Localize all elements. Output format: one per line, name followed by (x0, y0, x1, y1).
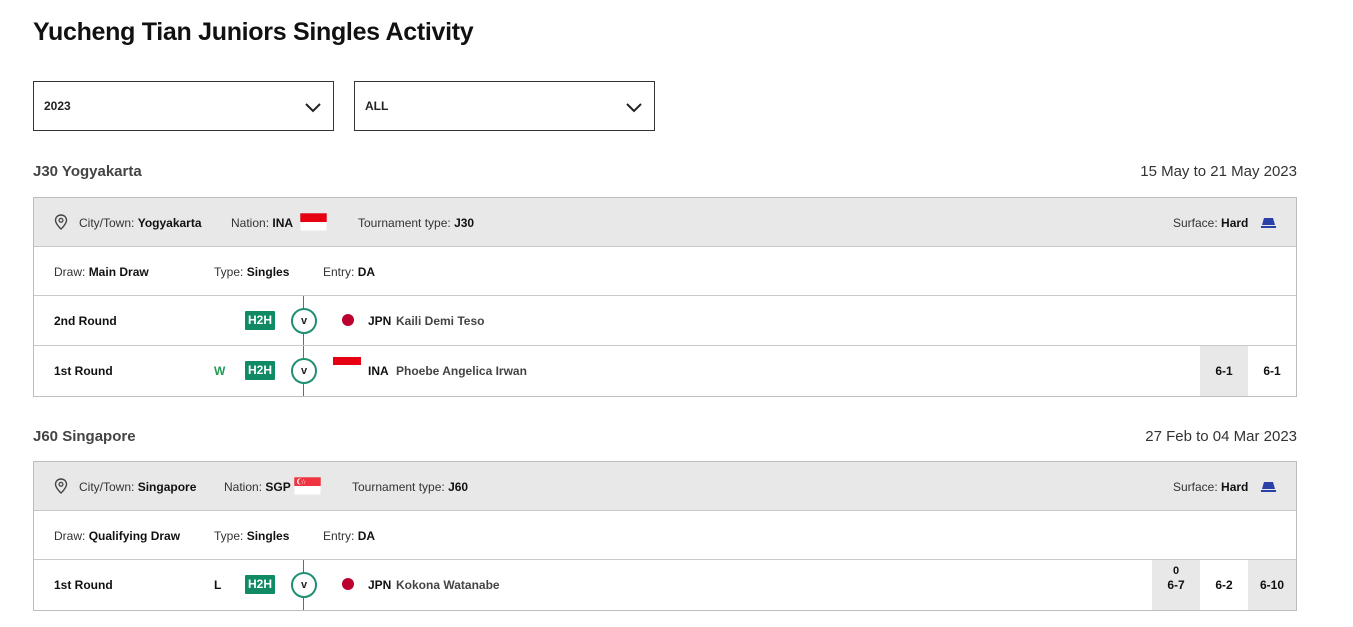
type-info: Type: Singles (214, 265, 289, 279)
versus-badge: v (291, 308, 317, 334)
entry-info: Entry: DA (323, 529, 375, 543)
flag-indonesia-icon (333, 357, 361, 373)
opponent-name[interactable]: Kokona Watanabe (396, 578, 500, 592)
year-select[interactable]: 2023 (33, 81, 334, 131)
type-filter-select[interactable]: ALL (354, 81, 655, 131)
tournament-type-info: Tournament type: J30 (358, 216, 474, 230)
set-score: 6-1 (1263, 364, 1281, 378)
flag-singapore-icon (294, 477, 321, 495)
match-result: W (214, 364, 226, 378)
draw-label: Draw: (54, 265, 86, 279)
entry-label: Entry: (323, 529, 355, 543)
tournament-header: J60 Singapore 27 Feb to 04 Mar 2023 (33, 425, 1297, 449)
city-label: City/Town: (79, 480, 135, 494)
entry-info: Entry: DA (323, 265, 375, 279)
set-score: 0 6-7 (1152, 560, 1200, 610)
match-result: L (214, 578, 222, 592)
draw-info: Draw: Qualifying Draw (54, 529, 180, 543)
city-info: City/Town: Yogyakarta (79, 216, 202, 230)
tournament-card: City/Town: Singapore Nation: SGP Tournam… (33, 461, 1297, 611)
entry-label: Entry: (323, 265, 355, 279)
surface-info: Surface: Hard (1173, 480, 1248, 494)
chevron-down-icon (305, 103, 321, 113)
tournament-name[interactable]: J60 Singapore (33, 428, 136, 445)
surface-value: Hard (1221, 216, 1249, 230)
draw-info-row: Draw: Main Draw Type: Singles Entry: DA (34, 247, 1296, 296)
tournament-type-label: Tournament type: (358, 216, 451, 230)
location-pin-icon (54, 478, 68, 494)
entry-value: DA (357, 265, 376, 279)
versus-badge: v (291, 358, 317, 384)
surface-value: Hard (1221, 480, 1249, 494)
type-info: Type: Singles (214, 529, 289, 543)
tournament-info-bar: City/Town: Singapore Nation: SGP Tournam… (34, 462, 1296, 511)
nation-info: Nation: INA (231, 216, 293, 230)
type-value: Singles (246, 265, 290, 279)
surface-label: Surface: (1173, 216, 1218, 230)
surface-label: Surface: (1173, 480, 1218, 494)
match-round: 1st Round (54, 578, 113, 592)
set-score: 6-2 (1215, 578, 1233, 592)
match-row: 1st Round L H2H v JPN Kokona Watanabe 0 … (34, 560, 1296, 610)
nation-value: SGP (265, 480, 291, 494)
chevron-down-icon (626, 103, 642, 113)
tournament-card: City/Town: Yogyakarta Nation: INA Tourna… (33, 197, 1297, 397)
versus-badge: v (291, 572, 317, 598)
tiebreak-score: 0 (1172, 565, 1180, 577)
match-round: 1st Round (54, 364, 113, 378)
h2h-button[interactable]: H2H (245, 575, 275, 594)
city-value: Yogyakarta (137, 216, 202, 230)
draw-label: Draw: (54, 529, 86, 543)
type-label: Type: (214, 529, 244, 543)
match-row: 2nd Round H2H v JPN Kaili Demi Teso (34, 296, 1296, 346)
set-score: 6-1 (1200, 346, 1248, 396)
opponent-name[interactable]: Kaili Demi Teso (396, 314, 484, 328)
tournament-type-info: Tournament type: J60 (352, 480, 468, 494)
match-round: 2nd Round (54, 314, 117, 328)
draw-info: Draw: Main Draw (54, 265, 149, 279)
nation-label: Nation: (231, 216, 270, 230)
h2h-button[interactable]: H2H (245, 361, 275, 380)
page-title: Yucheng Tian Juniors Singles Activity (33, 18, 474, 46)
flag-indonesia-icon (300, 213, 327, 231)
tournament-info-bar: City/Town: Yogyakarta Nation: INA Tourna… (34, 198, 1296, 247)
nation-value: INA (272, 216, 294, 230)
hard-court-icon (1261, 218, 1276, 228)
draw-info-row: Draw: Qualifying Draw Type: Singles Entr… (34, 511, 1296, 560)
tournament-type-value: J30 (454, 216, 475, 230)
draw-value: Qualifying Draw (88, 529, 181, 543)
h2h-button[interactable]: H2H (245, 311, 275, 330)
hard-court-icon (1261, 482, 1276, 492)
location-pin-icon (54, 214, 68, 230)
city-info: City/Town: Singapore (79, 480, 196, 494)
opponent-nation: JPN (368, 578, 392, 592)
nation-info: Nation: SGP (224, 480, 291, 494)
set-score-value: 6-7 (1167, 578, 1185, 592)
year-select-value: 2023 (44, 99, 71, 113)
tournament-name[interactable]: J30 Yogyakarta (33, 163, 142, 180)
tournament-type-label: Tournament type: (352, 480, 445, 494)
match-row: 1st Round W H2H v INA Phoebe Angelica Ir… (34, 346, 1296, 396)
flag-japan-icon (342, 578, 354, 590)
entry-value: DA (357, 529, 376, 543)
tournament-header: J30 Yogyakarta 15 May to 21 May 2023 (33, 160, 1297, 184)
tournament-dates: 15 May to 21 May 2023 (1140, 163, 1297, 180)
type-value: Singles (246, 529, 290, 543)
nation-label: Nation: (224, 480, 263, 494)
flag-japan-icon (342, 314, 354, 326)
city-label: City/Town: (79, 216, 135, 230)
opponent-name[interactable]: Phoebe Angelica Irwan (396, 364, 527, 378)
tournament-type-value: J60 (448, 480, 469, 494)
opponent-nation: JPN (368, 314, 392, 328)
opponent-nation: INA (368, 364, 389, 378)
city-value: Singapore (137, 480, 197, 494)
surface-info: Surface: Hard (1173, 216, 1248, 230)
tournament-dates: 27 Feb to 04 Mar 2023 (1145, 428, 1297, 445)
type-filter-value: ALL (365, 99, 389, 113)
draw-value: Main Draw (88, 265, 149, 279)
set-score: 6-10 (1248, 560, 1296, 610)
type-label: Type: (214, 265, 244, 279)
